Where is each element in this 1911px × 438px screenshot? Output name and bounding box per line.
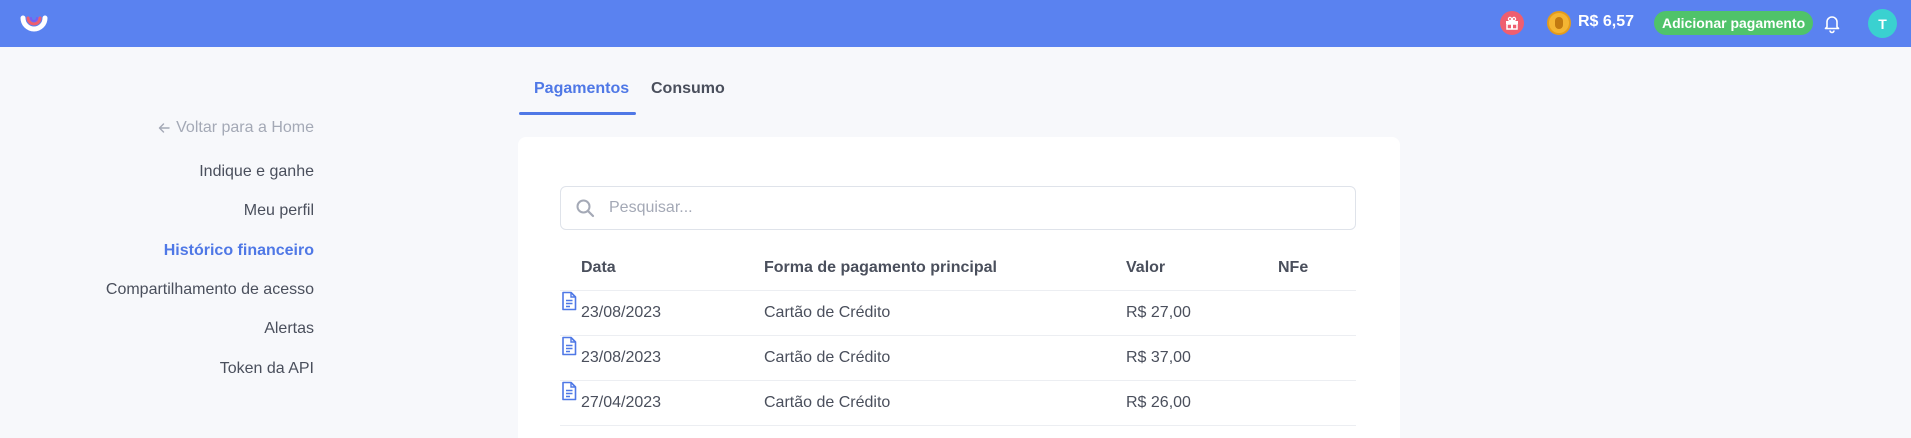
row-date: 27/04/2023 [581, 394, 662, 411]
header-valor: Valor [1126, 259, 1166, 276]
sidebar-item-alertas[interactable]: Alertas [264, 320, 314, 338]
payments-card: Data Forma de pagamento principal Valor … [518, 137, 1400, 438]
row-method: Cartão de Crédito [764, 304, 891, 321]
add-payment-button[interactable]: Adicionar pagamento [1654, 11, 1814, 35]
row-date: 23/08/2023 [581, 349, 662, 366]
sidebar-item-historico-financeiro[interactable]: Histórico financeiro [164, 242, 314, 260]
sidebar-item-indique-e-ganhe[interactable]: Indique e ganhe [199, 163, 314, 181]
avatar[interactable]: T [1868, 9, 1897, 38]
row-value: R$ 27,00 [1126, 304, 1191, 321]
table-row: 23/08/2023 Cartão de Crédito R$ 27,00 [560, 290, 1356, 335]
app-logo[interactable] [18, 8, 50, 38]
credit-balance: R$ 6,57 [1578, 13, 1635, 30]
row-date: 23/08/2023 [581, 304, 662, 321]
table-row: 27/04/2023 Cartão de Crédito R$ 26,00 [560, 380, 1356, 425]
sidebar-item-compartilhamento[interactable]: Compartilhamento de acesso [106, 281, 314, 299]
search-box[interactable] [560, 186, 1356, 230]
row-method: Cartão de Crédito [764, 349, 891, 366]
sidebar-item-meu-perfil[interactable]: Meu perfil [244, 202, 314, 220]
table-row: 23/08/2023 Cartão de Crédito R$ 37,00 [560, 335, 1356, 380]
tab-consumo[interactable]: Consumo [651, 80, 725, 98]
header-data: Data [581, 259, 616, 276]
bell-icon[interactable] [1821, 12, 1843, 34]
sidebar-item-token-api[interactable]: Token da API [220, 360, 314, 378]
arrow-left-icon [158, 123, 170, 133]
table-bottom-border [560, 425, 1356, 426]
active-tab-indicator [519, 112, 636, 115]
search-icon [576, 199, 595, 218]
invoice-icon[interactable] [560, 291, 578, 311]
back-link-label: Voltar para a Home [176, 119, 314, 136]
top-bar: R$ 6,57 Adicionar pagamento T [0, 0, 1911, 47]
row-value: R$ 37,00 [1126, 349, 1191, 366]
header-forma-pagamento: Forma de pagamento principal [764, 259, 997, 276]
tab-pagamentos[interactable]: Pagamentos [534, 80, 629, 98]
search-input[interactable] [609, 197, 1329, 219]
row-value: R$ 26,00 [1126, 394, 1191, 411]
invoice-icon[interactable] [560, 381, 578, 401]
gift-icon[interactable] [1500, 11, 1524, 35]
invoice-icon[interactable] [560, 336, 578, 356]
header-nfe: NFe [1278, 259, 1309, 276]
back-to-home-link[interactable]: Voltar para a Home [158, 119, 314, 137]
coin-icon [1547, 11, 1571, 35]
row-method: Cartão de Crédito [764, 394, 891, 411]
